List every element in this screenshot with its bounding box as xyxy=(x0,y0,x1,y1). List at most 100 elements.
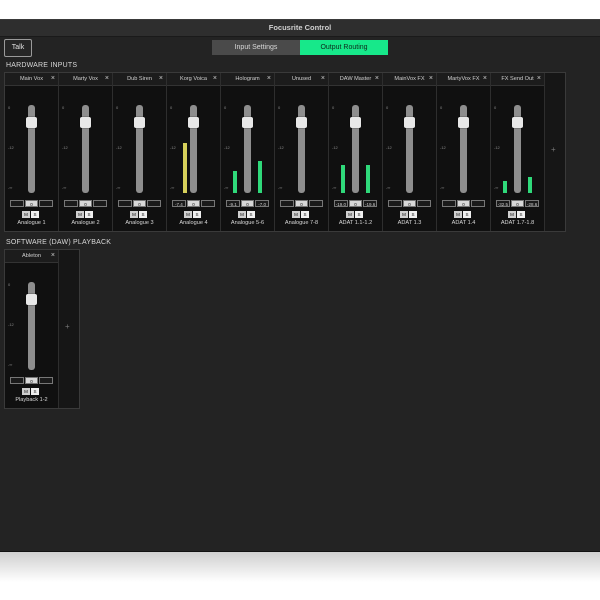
tab-input-settings[interactable]: Input Settings xyxy=(212,40,300,55)
fader-handle[interactable] xyxy=(458,117,469,128)
mute-button[interactable]: M xyxy=(292,211,300,218)
solo-button[interactable]: S xyxy=(139,211,147,218)
solo-button[interactable]: S xyxy=(355,211,363,218)
gain-value[interactable] xyxy=(417,200,432,207)
fader-handle[interactable] xyxy=(26,117,37,128)
fader-handle[interactable] xyxy=(188,117,199,128)
gain-value[interactable]: 0 xyxy=(348,200,363,207)
fader-handle[interactable] xyxy=(242,117,253,128)
solo-button[interactable]: S xyxy=(409,211,417,218)
fader-handle[interactable] xyxy=(80,117,91,128)
gain-value[interactable] xyxy=(39,377,54,384)
close-icon[interactable]: × xyxy=(105,73,109,85)
mute-button[interactable]: M xyxy=(130,211,138,218)
gain-value[interactable] xyxy=(201,200,216,207)
gain-value[interactable] xyxy=(39,200,54,207)
gain-value[interactable]: 0 xyxy=(132,200,147,207)
gain-value[interactable] xyxy=(471,200,486,207)
scale-label: -12 xyxy=(386,145,392,150)
gain-value[interactable]: 0 xyxy=(24,377,39,384)
mute-button[interactable]: M xyxy=(22,388,30,395)
scale-label: 0 xyxy=(278,105,281,110)
gain-value[interactable]: -7.0 xyxy=(255,200,270,207)
mute-button[interactable]: M xyxy=(76,211,84,218)
solo-button[interactable]: S xyxy=(301,211,309,218)
gain-value[interactable] xyxy=(280,200,294,207)
solo-button[interactable]: S xyxy=(517,211,525,218)
gain-value[interactable]: -7.4 xyxy=(172,200,186,207)
close-icon[interactable]: × xyxy=(51,250,55,262)
mute-button[interactable]: M xyxy=(454,211,462,218)
solo-button[interactable]: S xyxy=(463,211,471,218)
fader-handle[interactable] xyxy=(134,117,145,128)
level-meter xyxy=(528,177,532,193)
close-icon[interactable]: × xyxy=(321,73,325,85)
close-icon[interactable]: × xyxy=(267,73,271,85)
solo-button[interactable]: S xyxy=(31,211,39,218)
gain-value[interactable]: 0 xyxy=(186,200,201,207)
gain-value[interactable]: -32.5 xyxy=(496,200,510,207)
close-icon[interactable]: × xyxy=(51,73,55,85)
gain-value[interactable]: -19.0 xyxy=(334,200,348,207)
fader-handle[interactable] xyxy=(26,294,37,305)
fader-handle[interactable] xyxy=(512,117,523,128)
gain-value[interactable]: 0 xyxy=(402,200,417,207)
add-playback-area: + xyxy=(59,250,79,408)
fader-handle[interactable] xyxy=(296,117,307,128)
strip-name-label: MartyVox FX xyxy=(447,76,480,82)
gain-value[interactable] xyxy=(93,200,108,207)
gain-value[interactable]: -19.6 xyxy=(363,200,378,207)
gain-value[interactable]: -28.6 xyxy=(525,200,540,207)
gain-value[interactable] xyxy=(442,200,456,207)
tab-output-routing[interactable]: Output Routing xyxy=(300,40,388,55)
mute-button[interactable]: M xyxy=(508,211,516,218)
fader-handle[interactable] xyxy=(350,117,361,128)
gain-value[interactable]: -9.1 xyxy=(226,200,240,207)
gain-value[interactable] xyxy=(118,200,132,207)
fader-handle[interactable] xyxy=(404,117,415,128)
strip-name: Korg Voica × xyxy=(167,73,220,86)
gain-value[interactable]: 0 xyxy=(240,200,255,207)
scale-label: -∞ xyxy=(170,185,175,190)
scale-label: -12 xyxy=(170,145,176,150)
gain-value[interactable] xyxy=(147,200,162,207)
talk-button[interactable]: Talk xyxy=(4,39,32,57)
close-icon[interactable]: × xyxy=(537,73,541,85)
gain-value[interactable]: 0 xyxy=(294,200,309,207)
strip-name-label: DAW Master xyxy=(339,76,372,82)
solo-button[interactable]: S xyxy=(193,211,201,218)
gain-value[interactable] xyxy=(10,377,24,384)
mute-button[interactable]: M xyxy=(238,211,246,218)
close-icon[interactable]: × xyxy=(375,73,379,85)
strip-name-label: FX Send Out xyxy=(501,76,534,82)
solo-button[interactable]: S xyxy=(85,211,93,218)
close-icon[interactable]: × xyxy=(213,73,217,85)
add-channel-button[interactable]: + xyxy=(551,145,556,154)
strip-output-label: ADAT 1.7-1.8 xyxy=(500,220,535,226)
gain-value[interactable]: 0 xyxy=(456,200,471,207)
mute-button[interactable]: M xyxy=(22,211,30,218)
channel-strip: Hologram × 0 -12 -∞ -9.1 0 -7.0 M S Analogue 5-6 xyxy=(221,73,275,231)
mute-solo: MS xyxy=(400,211,418,218)
solo-button[interactable]: S xyxy=(247,211,255,218)
close-icon[interactable]: × xyxy=(429,73,433,85)
gain-value[interactable] xyxy=(10,200,24,207)
add-playback-button[interactable]: + xyxy=(65,322,70,331)
mute-button[interactable]: M xyxy=(184,211,192,218)
scale-label: -∞ xyxy=(386,185,391,190)
solo-button[interactable]: S xyxy=(31,388,39,395)
scale-label: 0 xyxy=(8,105,11,110)
mute-button[interactable]: M xyxy=(400,211,408,218)
gain-value[interactable]: 0 xyxy=(24,200,39,207)
strip-output-label: Analogue 3 xyxy=(125,220,154,226)
gain-value[interactable]: 0 xyxy=(510,200,525,207)
gain-value[interactable] xyxy=(309,200,324,207)
close-icon[interactable]: × xyxy=(483,73,487,85)
close-icon[interactable]: × xyxy=(159,73,163,85)
gain-value[interactable] xyxy=(388,200,402,207)
scale-label: 0 xyxy=(62,105,65,110)
gain-value[interactable]: 0 xyxy=(78,200,93,207)
scale-label: -∞ xyxy=(8,362,13,367)
mute-button[interactable]: M xyxy=(346,211,354,218)
gain-value[interactable] xyxy=(64,200,78,207)
